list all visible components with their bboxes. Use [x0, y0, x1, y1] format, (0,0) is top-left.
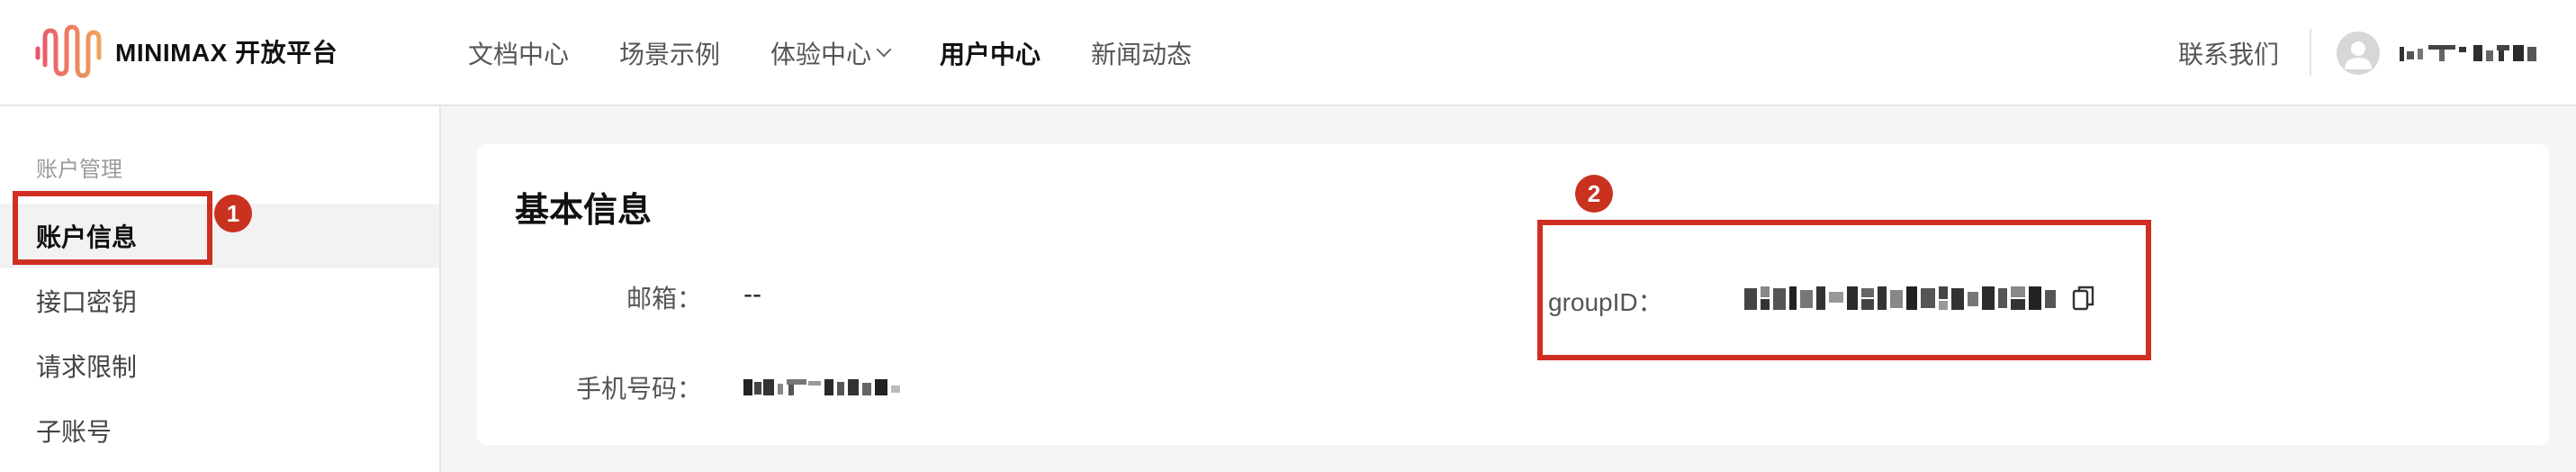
minimax-logo-icon: [35, 24, 102, 78]
phone-label: 手机号码：: [575, 375, 702, 403]
sidebar-item-api-keys[interactable]: 接口密钥: [0, 268, 439, 333]
copy-icon[interactable]: [2072, 285, 2095, 312]
nav-experience-label: 体验中心: [770, 41, 872, 68]
header-divider: [2310, 29, 2311, 76]
chevron-down-icon: [876, 41, 892, 58]
nav-examples[interactable]: 场景示例: [619, 35, 720, 71]
top-header: MINIMAX 开放平台 文档中心 场景示例 体验中心 用户中心 新闻动态 联系…: [0, 0, 2576, 106]
sidebar-group-title: 账户管理: [36, 158, 122, 182]
nav-docs[interactable]: 文档中心: [468, 35, 569, 71]
card-title: 基本信息: [515, 192, 653, 230]
brand-logo[interactable]: MINIMAX 开放平台: [34, 20, 338, 83]
phone-number-redacted: [743, 379, 900, 395]
step-badge-2: 2: [1575, 175, 1613, 213]
nav-news[interactable]: 新闻动态: [1091, 35, 1192, 71]
nav-experience[interactable]: 体验中心: [770, 35, 892, 71]
sidebar: 账户管理 账户信息 接口密钥 请求限制 子账号: [0, 106, 441, 472]
nav-user-center[interactable]: 用户中心: [940, 35, 1040, 71]
email-value: --: [743, 279, 761, 309]
sidebar-item-rate-limits[interactable]: 请求限制: [0, 333, 439, 398]
contact-us-link[interactable]: 联系我们: [2178, 0, 2279, 106]
username-redacted[interactable]: [2398, 36, 2542, 70]
email-label: 邮箱：: [626, 285, 702, 313]
group-id-label: groupID：: [1548, 288, 1663, 316]
group-id-redacted: [1744, 286, 2056, 310]
user-avatar-icon[interactable]: [2337, 32, 2380, 75]
main-nav: 文档中心 场景示例 体验中心 用户中心 新闻动态: [468, 0, 1242, 106]
sidebar-item-sub-accounts[interactable]: 子账号: [0, 398, 439, 463]
brand-name: MINIMAX 开放平台: [115, 39, 338, 67]
step-badge-1: 1: [214, 195, 252, 232]
